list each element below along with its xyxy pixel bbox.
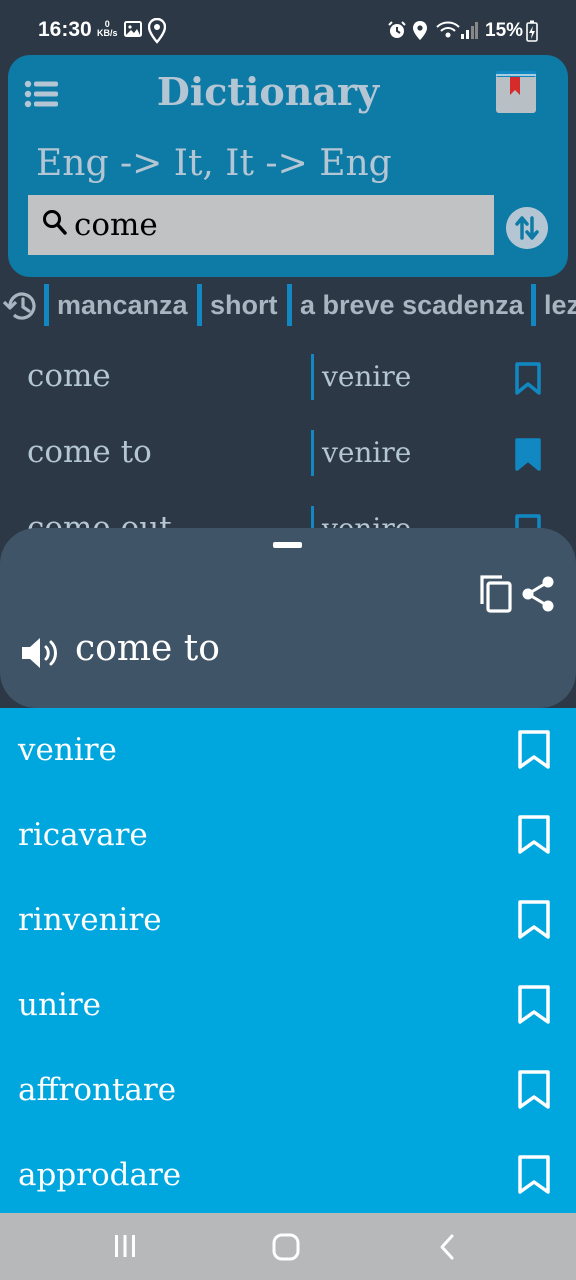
- translation-word: approdare: [18, 1157, 182, 1193]
- result-translation: venire: [322, 360, 412, 393]
- translation-item[interactable]: approdare: [0, 1133, 576, 1218]
- history-chip[interactable]: short: [197, 284, 278, 326]
- alarm-icon: [388, 21, 406, 38]
- translation-item[interactable]: unire: [0, 963, 576, 1048]
- translation-word: unire: [18, 987, 102, 1023]
- translation-item[interactable]: rinvenire: [0, 878, 576, 963]
- divider: [311, 354, 314, 400]
- bookmarks-book-icon[interactable]: [494, 69, 538, 115]
- divider: [311, 430, 314, 476]
- history-chip[interactable]: lez: [531, 284, 576, 326]
- translation-word: rinvenire: [18, 902, 162, 938]
- list-item[interactable]: come venire: [0, 340, 576, 416]
- location-icon: [148, 18, 166, 44]
- translation-word: venire: [18, 732, 117, 768]
- translations-panel: venire ricavare rinvenire unire affronta…: [0, 708, 576, 1213]
- translation-item[interactable]: affrontare: [0, 1048, 576, 1133]
- clock: 16:30: [38, 18, 92, 41]
- bookmark-outline-icon[interactable]: [517, 1155, 551, 1195]
- swap-languages-icon[interactable]: [506, 207, 548, 249]
- share-icon[interactable]: [520, 574, 556, 614]
- bookmark-outline-icon[interactable]: [514, 362, 542, 396]
- home-icon[interactable]: [272, 1233, 300, 1261]
- battery-charging-icon: [526, 20, 538, 42]
- history-chip[interactable]: mancanza: [44, 284, 188, 326]
- wifi-icon: [436, 21, 460, 38]
- word-detail-sheet: come to: [0, 528, 576, 708]
- history-icon[interactable]: [2, 288, 40, 324]
- bookmark-outline-icon[interactable]: [517, 1070, 551, 1110]
- result-word: come to: [27, 434, 152, 470]
- result-translation: venire: [322, 436, 412, 469]
- search-box: [28, 195, 494, 255]
- system-navigation-bar: [0, 1213, 576, 1280]
- data-speed-indicator: 0 KB/s: [97, 20, 118, 38]
- battery-percentage: 15%: [485, 20, 524, 41]
- gallery-icon: [124, 21, 142, 37]
- menu-icon[interactable]: [24, 79, 60, 109]
- bookmark-outline-icon[interactable]: [517, 815, 551, 855]
- search-history-bar: mancanza short a breve scadenza lez: [0, 284, 576, 328]
- bookmark-filled-icon[interactable]: [514, 438, 542, 472]
- drag-handle[interactable]: [273, 542, 302, 548]
- data-speed-unit: KB/s: [97, 28, 118, 38]
- translation-word: ricavare: [18, 817, 148, 853]
- copy-icon[interactable]: [478, 574, 514, 614]
- search-icon: [43, 210, 67, 235]
- speaker-icon[interactable]: [20, 636, 62, 670]
- location-status-icon: [413, 21, 427, 40]
- bookmark-outline-icon[interactable]: [517, 985, 551, 1025]
- selected-word: come to: [75, 628, 220, 669]
- list-item[interactable]: come to venire: [0, 416, 576, 492]
- back-icon[interactable]: [436, 1233, 458, 1261]
- status-bar: 16:30 0 KB/s 15%: [0, 0, 576, 60]
- signal-icon: [461, 22, 478, 39]
- history-chip[interactable]: a breve scadenza: [287, 284, 524, 326]
- language-direction: Eng -> It, It -> Eng: [36, 143, 392, 184]
- result-word: come: [27, 358, 111, 394]
- translation-word: affrontare: [18, 1072, 177, 1108]
- app-title: Dictionary: [156, 69, 380, 114]
- dictionary-header: Dictionary Eng -> It, It -> Eng: [8, 55, 568, 277]
- search-input[interactable]: [74, 203, 474, 247]
- recent-apps-icon[interactable]: [112, 1233, 138, 1259]
- bookmark-outline-icon[interactable]: [517, 730, 551, 770]
- bookmark-outline-icon[interactable]: [517, 900, 551, 940]
- translation-item[interactable]: ricavare: [0, 793, 576, 878]
- translation-item[interactable]: venire: [0, 708, 576, 793]
